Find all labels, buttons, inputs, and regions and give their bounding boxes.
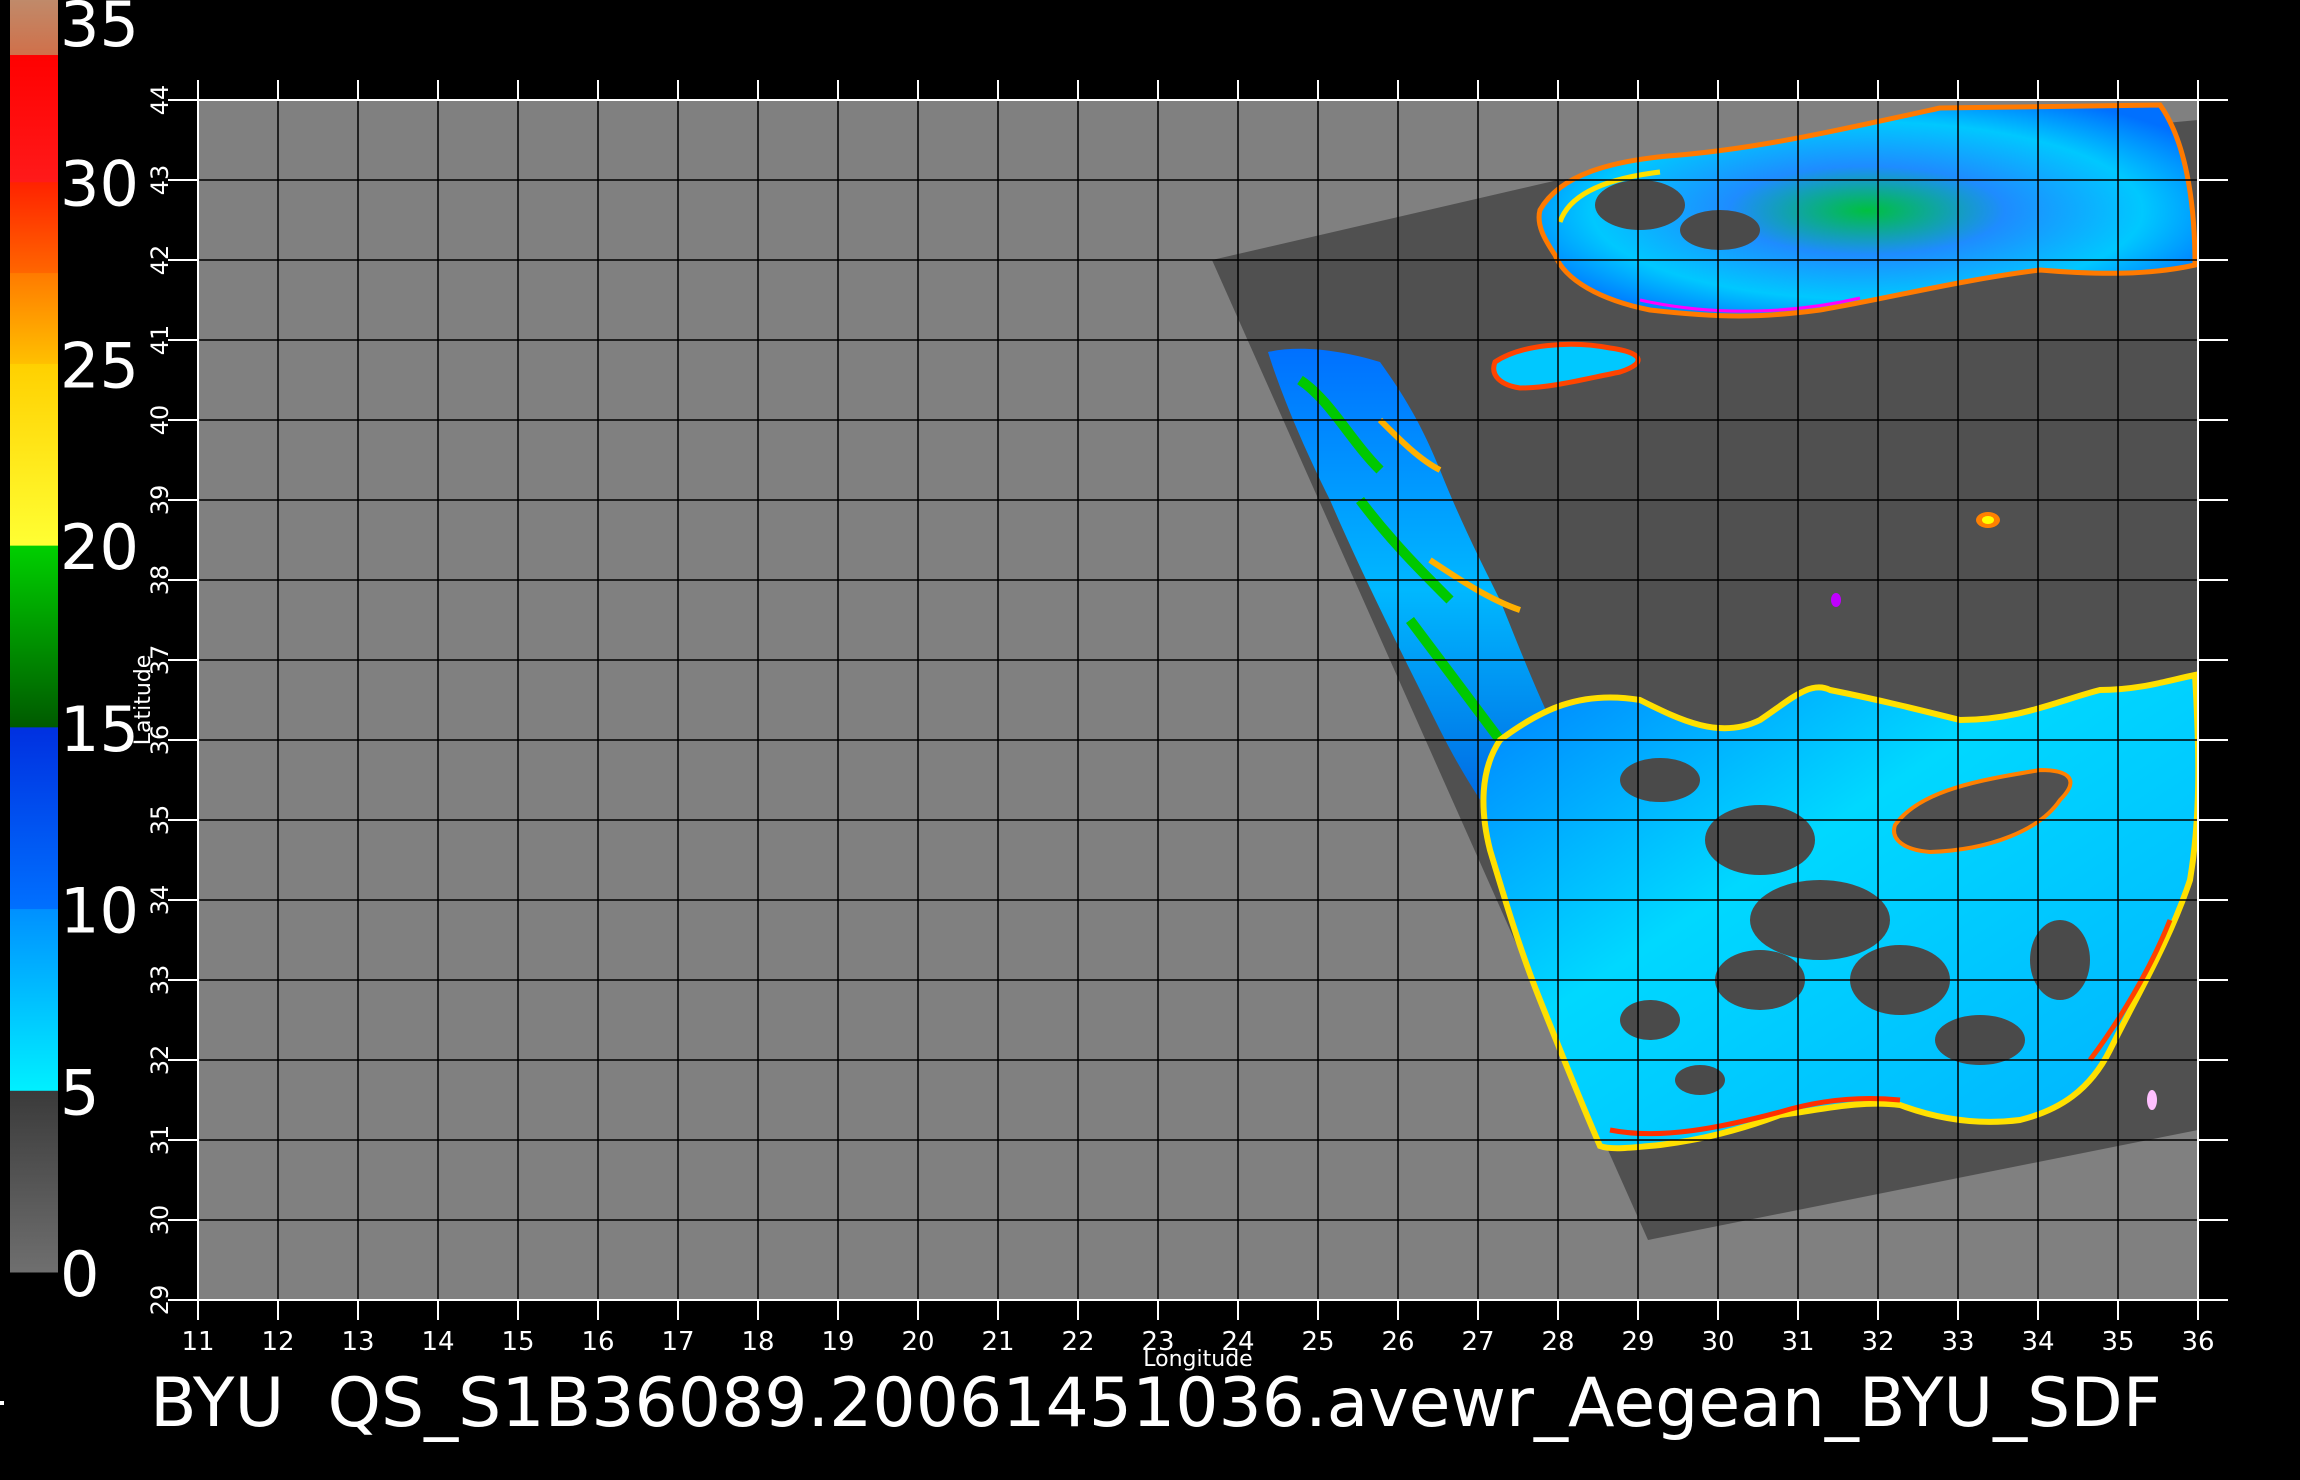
colorbar-segment	[10, 181, 58, 274]
x-tick-label: 15	[501, 1327, 534, 1357]
y-tick-label: 31	[146, 1125, 174, 1156]
x-tick-label: 17	[661, 1327, 694, 1357]
colorbar-segment	[10, 0, 58, 56]
y-tick-label: 44	[146, 85, 174, 116]
colorbar-label: 35	[60, 0, 139, 61]
x-tick-label: 12	[261, 1327, 294, 1357]
colorbar-label: 20	[60, 511, 139, 584]
x-tick-label: 25	[1301, 1327, 1334, 1357]
y-tick-label: 30	[146, 1205, 174, 1236]
x-tick-label: 22	[1061, 1327, 1094, 1357]
y-tick-label: 42	[146, 245, 174, 276]
x-tick-label: 19	[821, 1327, 854, 1357]
plot-area	[197, 99, 2199, 1301]
x-tick-label: 13	[341, 1327, 374, 1357]
x-tick-label: 11	[181, 1327, 214, 1357]
x-tick-label: 14	[421, 1327, 454, 1357]
y-axis-label: Latitude	[131, 655, 156, 746]
colorbar-segment	[10, 726, 58, 910]
colorbar-segment	[10, 54, 58, 183]
colorbar-label: 15	[60, 693, 139, 766]
colorbar-label: 25	[60, 329, 139, 402]
colorbar-segment	[10, 908, 58, 1091]
colorbar-label: 5	[60, 1056, 99, 1129]
edge-marker	[0, 1401, 4, 1405]
wind-speckle-core	[1982, 516, 1994, 524]
x-tick-label: 28	[1541, 1327, 1574, 1357]
x-tick-label: 21	[981, 1327, 1014, 1357]
colorbar-label: 10	[60, 875, 139, 948]
x-tick-label: 27	[1461, 1327, 1494, 1357]
x-tick-label: 35	[2101, 1327, 2134, 1357]
y-tick-label: 41	[146, 325, 174, 356]
y-tick-label: 29	[146, 1285, 174, 1316]
x-tick-label: 33	[1941, 1327, 1974, 1357]
x-tick-label: 30	[1701, 1327, 1734, 1357]
map-figure: 35 30 25 20 15 10 5 0 11 12 13 14 15 16 17 18 1…	[10, 0, 2228, 1372]
y-tick-label: 33	[146, 965, 174, 996]
y-tick-label: 35	[146, 805, 174, 836]
y-tick-label: 32	[146, 1045, 174, 1076]
colorbar-label: 30	[60, 148, 139, 221]
y-tick-label: 38	[146, 565, 174, 596]
x-tick-label: 26	[1381, 1327, 1414, 1357]
wind-speckle-2	[1831, 593, 1841, 607]
x-tick-label: 31	[1781, 1327, 1814, 1357]
wind-speckle-3	[2147, 1090, 2157, 1110]
x-tick-label: 34	[2021, 1327, 2054, 1357]
y-tick-label: 34	[146, 885, 174, 916]
y-tick-label: 43	[146, 165, 174, 196]
colorbar-segment	[10, 545, 58, 728]
x-tick-label: 29	[1621, 1327, 1654, 1357]
scatterometer-wind-map: 35 30 25 20 15 10 5 0 11 12 13 14 15 16 …	[0, 0, 2300, 1480]
colorbar-segment	[10, 363, 58, 546]
x-tick-label: 18	[741, 1327, 774, 1357]
colorbar-label: 0	[60, 1238, 99, 1311]
y-tick-label: 39	[146, 485, 174, 516]
x-tick-label: 20	[901, 1327, 934, 1357]
colorbar-segment	[10, 272, 58, 364]
colorbar: 35 30 25 20 15 10 5 0	[10, 0, 139, 1311]
x-axis-label: Longitude	[1143, 1347, 1252, 1372]
colorbar-segment	[10, 1090, 58, 1273]
x-tick-label: 16	[581, 1327, 614, 1357]
x-tick-label: 32	[1861, 1327, 1894, 1357]
figure-title: BYU QS_S1B36089.20061451036.avewr_Aegean…	[150, 1370, 2162, 1443]
x-tick-label: 36	[2181, 1327, 2214, 1357]
y-tick-label: 40	[146, 405, 174, 436]
